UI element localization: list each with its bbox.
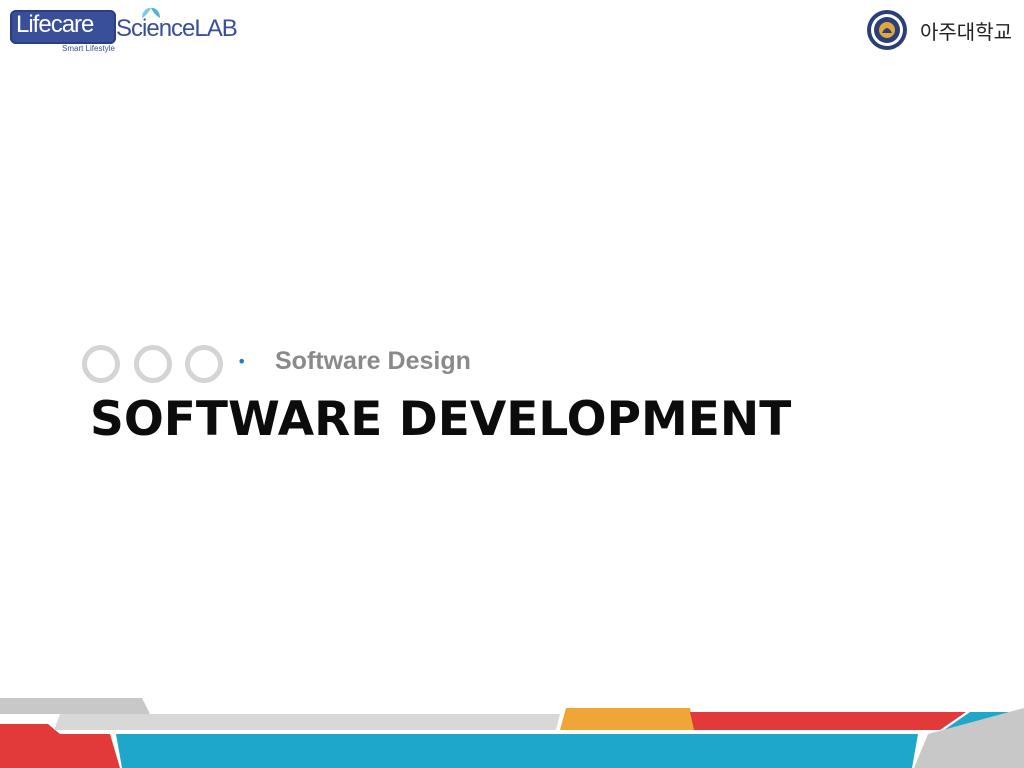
leaf-icon (142, 7, 160, 18)
logo-tagline: Smart Lifestyle (62, 44, 115, 53)
circle-icon (185, 345, 223, 383)
slide-title: SOFTWARE DEVELOPMENT (90, 392, 792, 447)
circle-icon (82, 345, 120, 383)
logo-word-lifecare: Lifecare (16, 11, 94, 38)
footer-cyan-band (116, 734, 918, 768)
bullet-icon: • (237, 352, 247, 371)
footer-red-right-band (690, 712, 966, 730)
lifecare-sciencelab-logo: Lifecare ScienceLAB Smart Lifestyle (10, 6, 270, 56)
footer-orange-band (560, 708, 694, 730)
university-name: 아주대학교 (920, 19, 1012, 44)
subtitle-bullet: • Software Design (237, 347, 471, 376)
slide: Lifecare ScienceLAB Smart Lifestyle 아주대학… (0, 0, 1024, 768)
footer-red-left-band (0, 724, 120, 768)
ajou-university-seal-icon (867, 10, 907, 50)
circle-icon (134, 345, 172, 383)
logo-word-sciencelab: ScienceLAB (116, 15, 238, 42)
footer-gray-mid-band (54, 714, 560, 730)
university-header: 아주대학교 (866, 8, 1012, 52)
footer-decoration (0, 698, 1024, 768)
slide-subtitle: Software Design (275, 347, 471, 375)
footer-gray-left-band (0, 698, 150, 714)
